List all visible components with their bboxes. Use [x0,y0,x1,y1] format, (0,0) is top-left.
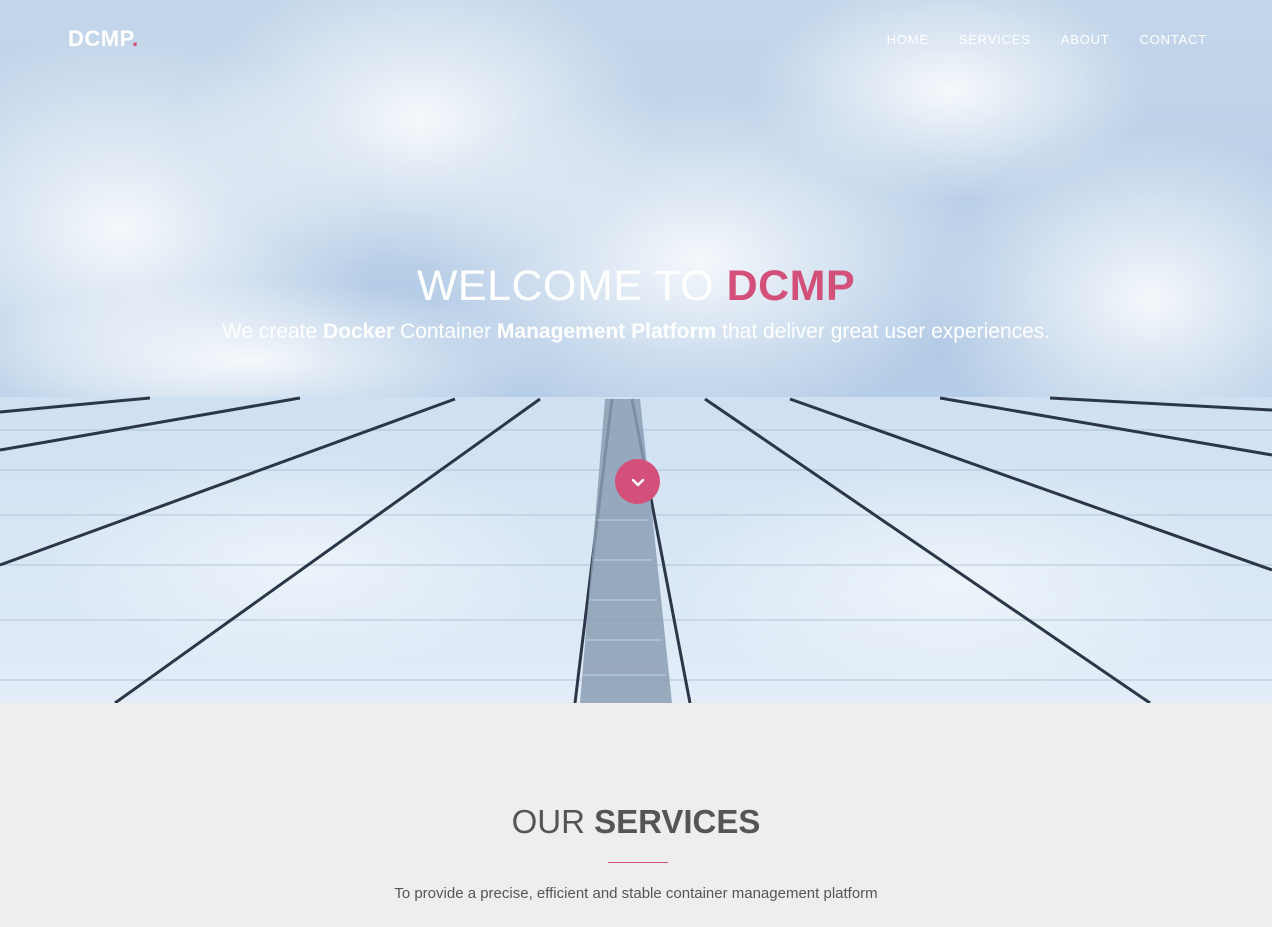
hero-subtitle-text-2: Container [394,320,497,343]
hero-background-image [0,0,1272,703]
logo-dot: . [131,26,139,51]
scroll-down-button[interactable] [615,459,660,504]
services-description: To provide a precise, efficient and stab… [394,885,878,902]
hero-subtitle-bold-docker: Docker [322,320,395,343]
main-nav: HOME SERVICES ABOUT CONTACT [887,32,1207,47]
services-section: OUR SERVICES To provide a precise, effic… [0,703,1272,927]
services-title-light: OUR [511,803,595,840]
nav-services[interactable]: SERVICES [959,32,1031,47]
hero-subtitle: We create Docker Container Management Pl… [0,320,1272,344]
hero-subtitle-text-3: that deliver great user experiences. [716,320,1051,343]
nav-contact[interactable]: CONTACT [1140,32,1207,47]
hero-subtitle-text-1: We create [221,320,323,343]
hero-title: WELCOME TO DCMP [0,262,1272,311]
chevron-down-icon [631,478,644,486]
logo-text: DCMP [68,26,132,51]
services-divider [608,862,668,863]
nav-home[interactable]: HOME [887,32,929,47]
site-logo[interactable]: DCMP. [68,26,139,52]
services-title-bold: SERVICES [594,803,761,840]
nav-about[interactable]: ABOUT [1061,32,1110,47]
hero-subtitle-bold-platform: Management Platform [496,320,717,343]
services-title: OUR SERVICES [0,803,1272,841]
hero-title-accent: DCMP [726,262,856,310]
hero-title-prefix: WELCOME TO [416,262,727,310]
hero-section: DCMP. HOME SERVICES ABOUT CONTACT WELCOM… [0,0,1272,703]
